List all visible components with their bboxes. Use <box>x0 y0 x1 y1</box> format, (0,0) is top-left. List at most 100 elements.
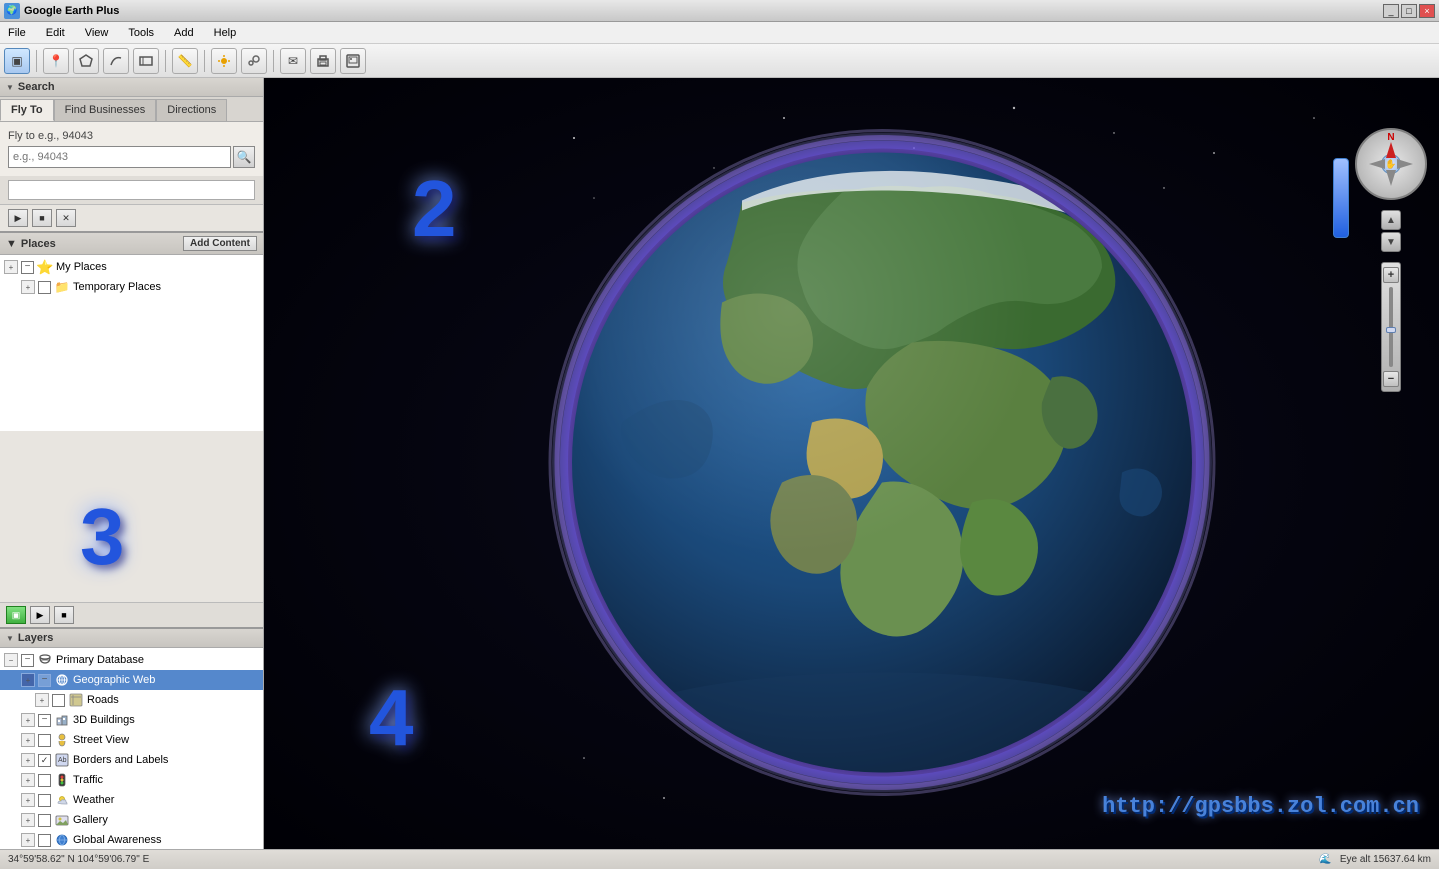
primary-db-expand[interactable]: − <box>4 653 18 667</box>
buildings-checkbox[interactable] <box>38 714 51 727</box>
layers-tree: − Primary Database + Geographic Web <box>0 648 263 849</box>
geo-web-label: Geographic Web <box>73 674 155 686</box>
temp-places-checkbox[interactable] <box>38 281 51 294</box>
primary-db-checkbox[interactable] <box>21 654 34 667</box>
layer-borders-labels[interactable]: + Ab Borders and Labels <box>0 750 263 770</box>
search-go-button[interactable]: 🔍 <box>233 146 255 168</box>
menu-tools[interactable]: Tools <box>124 25 158 41</box>
search-stop-button[interactable]: ■ <box>32 209 52 227</box>
street-view-expand[interactable]: + <box>21 733 35 747</box>
compass-bg[interactable]: N ✋ <box>1355 128 1427 200</box>
weather-checkbox[interactable] <box>38 794 51 807</box>
tilt-down-button[interactable]: ▼ <box>1381 232 1401 252</box>
add-overlay-button[interactable] <box>133 48 159 74</box>
weather-expand[interactable]: + <box>21 793 35 807</box>
places-play-button[interactable]: ▶ <box>30 606 50 624</box>
close-button[interactable]: × <box>1419 4 1435 18</box>
places-add-button[interactable]: ▣ <box>6 606 26 624</box>
buildings-icon <box>54 712 70 728</box>
temp-places-expand[interactable]: + <box>21 280 35 294</box>
menu-edit[interactable]: Edit <box>42 25 69 41</box>
tab-find-businesses[interactable]: Find Businesses <box>54 99 157 121</box>
layer-gallery[interactable]: + Gallery <box>0 810 263 830</box>
tilt-up-button[interactable]: ▲ <box>1381 210 1401 230</box>
my-places-label: My Places <box>56 261 107 273</box>
gallery-expand[interactable]: + <box>21 813 35 827</box>
borders-expand[interactable]: + <box>21 753 35 767</box>
traffic-checkbox[interactable] <box>38 774 51 787</box>
add-placemark-button[interactable]: 📍 <box>43 48 69 74</box>
compass-south-arrow <box>1386 170 1396 186</box>
streaming-icon: 🌊 <box>1319 854 1331 865</box>
search-panel-header[interactable]: ▼ Search <box>0 78 263 97</box>
layers-panel-label: Layers <box>18 632 53 644</box>
menu-view[interactable]: View <box>81 25 113 41</box>
traffic-label: Traffic <box>73 774 103 786</box>
layers-arrow-icon: ▼ <box>6 634 14 643</box>
ruler-button[interactable]: 📏 <box>172 48 198 74</box>
layer-global-awareness[interactable]: + Global Awareness <box>0 830 263 849</box>
sun-button[interactable] <box>211 48 237 74</box>
places-panel-header[interactable]: ▼ Places Add Content <box>0 233 263 255</box>
menubar: File Edit View Tools Add Help <box>0 22 1439 44</box>
email-button[interactable]: ✉ <box>280 48 306 74</box>
minimize-button[interactable]: _ <box>1383 4 1399 18</box>
zoom-out-button[interactable]: − <box>1383 371 1399 387</box>
zoom-thumb[interactable] <box>1386 327 1396 333</box>
weather-label: Weather <box>73 794 114 806</box>
awareness-expand[interactable]: + <box>21 833 35 847</box>
zoom-control: + − <box>1381 262 1401 392</box>
layer-street-view[interactable]: + Street View <box>0 730 263 750</box>
my-places-checkbox[interactable] <box>21 261 34 274</box>
my-places-expand[interactable]: + <box>4 260 18 274</box>
geo-web-expand[interactable]: + <box>21 673 35 687</box>
awareness-checkbox[interactable] <box>38 834 51 847</box>
zoom-track[interactable] <box>1389 287 1393 367</box>
sidebar-toggle-button[interactable]: ▣ <box>4 48 30 74</box>
watermark: http://gpsbbs.zol.com.cn <box>1102 794 1419 819</box>
traffic-expand[interactable]: + <box>21 773 35 787</box>
places-stop-button[interactable]: ■ <box>54 606 74 624</box>
globe-container[interactable] <box>542 122 1222 805</box>
tab-directions[interactable]: Directions <box>156 99 227 121</box>
layer-weather[interactable]: + Weather <box>0 790 263 810</box>
sky-button[interactable] <box>241 48 267 74</box>
roads-checkbox[interactable] <box>52 694 65 707</box>
search-play-button[interactable]: ▶ <box>8 209 28 227</box>
globe-area[interactable]: N ✋ ▲ ▼ + − <box>264 78 1439 849</box>
tab-fly-to[interactable]: Fly To <box>0 99 54 121</box>
main-layout: ▼ Search Fly To Find Businesses Directio… <box>0 78 1439 849</box>
toolbar-sep-2 <box>165 50 166 72</box>
layer-primary-db[interactable]: − Primary Database <box>0 650 263 670</box>
gallery-checkbox[interactable] <box>38 814 51 827</box>
add-path-button[interactable] <box>103 48 129 74</box>
add-content-button[interactable]: Add Content <box>183 236 257 251</box>
add-polygon-button[interactable] <box>73 48 99 74</box>
layer-roads[interactable]: + Roads <box>0 690 263 710</box>
maximize-button[interactable]: □ <box>1401 4 1417 18</box>
layers-panel-header[interactable]: ▼ Layers <box>0 629 263 648</box>
menu-add[interactable]: Add <box>170 25 198 41</box>
menu-file[interactable]: File <box>4 25 30 41</box>
places-panel-label: Places <box>21 238 56 250</box>
save-image-button[interactable] <box>340 48 366 74</box>
zoom-in-button[interactable]: + <box>1383 267 1399 283</box>
roads-expand[interactable]: + <box>35 693 49 707</box>
search-panel: ▼ Search Fly To Find Businesses Directio… <box>0 78 263 233</box>
street-view-checkbox[interactable] <box>38 734 51 747</box>
menu-help[interactable]: Help <box>210 25 241 41</box>
layer-geographic-web[interactable]: + Geographic Web <box>0 670 263 690</box>
geo-web-checkbox[interactable] <box>38 674 51 687</box>
print-button[interactable] <box>310 48 336 74</box>
search-close-button[interactable]: ✕ <box>56 209 76 227</box>
tree-item-temporary-places[interactable]: + 📁 Temporary Places <box>0 277 263 297</box>
tree-item-my-places[interactable]: + ⭐ My Places <box>0 257 263 277</box>
layer-traffic[interactable]: + Traffic <box>0 770 263 790</box>
buildings-expand[interactable]: + <box>21 713 35 727</box>
compass-rose[interactable]: N ✋ <box>1355 128 1427 200</box>
nav-vertical-indicator[interactable] <box>1333 158 1349 238</box>
temp-places-folder-icon: 📁 <box>54 279 70 295</box>
layer-3d-buildings[interactable]: + 3D Buildings <box>0 710 263 730</box>
search-input[interactable] <box>8 146 231 168</box>
borders-checkbox[interactable] <box>38 754 51 767</box>
